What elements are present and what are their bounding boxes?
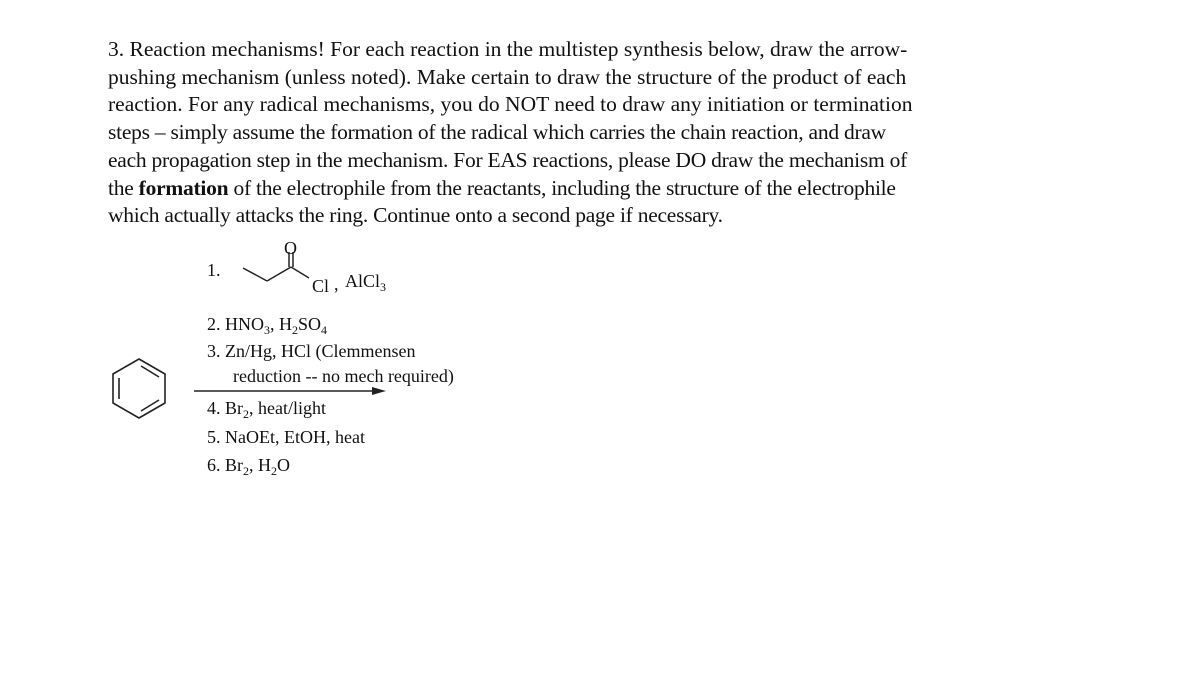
step-2-reagents: 2. HNO3, H2SO4 <box>207 314 328 337</box>
step-4-reagents: 4. Br2, heat/light <box>207 398 326 420</box>
step-1-catalyst: AlCl3 <box>345 271 387 294</box>
step-6-reagents: 6. Br2, H2O <box>207 455 290 477</box>
reagent-text: , H <box>249 455 271 475</box>
step-1-separator: , <box>334 274 339 294</box>
benzene-structure <box>112 358 166 419</box>
subscript: 4 <box>321 323 328 337</box>
reagent-text: , heat/light <box>249 398 326 418</box>
arrowhead-icon <box>372 387 386 395</box>
reagent-text: , H <box>270 314 292 334</box>
bond <box>290 266 310 279</box>
carbonyl-oxygen-label: O <box>284 238 297 258</box>
reagent-text: O <box>277 455 290 475</box>
catalyst-text: AlCl <box>345 271 381 291</box>
reaction-scheme: O 1. Cl , AlCl3 2. HNO3, H2SO4 3. Zn/Hg,… <box>0 0 1200 674</box>
propanoyl-chloride-structure <box>242 252 310 282</box>
subscript: 3 <box>380 280 387 294</box>
benzene-double-bond <box>140 399 160 412</box>
step-3-reagents-line-1: 3. Zn/Hg, HCl (Clemmensen <box>207 341 416 361</box>
step-5-reagents: 5. NaOEt, EtOH, heat <box>207 427 365 447</box>
step-3-reagents-line-2: reduction -- no mech required) <box>233 366 454 386</box>
reagent-text: 6. Br <box>207 455 243 475</box>
chloride-label: Cl <box>312 276 330 296</box>
reagent-text: 4. Br <box>207 398 243 418</box>
reagent-text: SO <box>298 314 322 334</box>
reagent-text: 2. HNO <box>207 314 264 334</box>
scheme-drawing <box>112 252 386 419</box>
step-1-number: 1. <box>207 260 221 280</box>
bond <box>242 267 268 282</box>
bond <box>266 266 292 282</box>
benzene-ring <box>112 358 166 419</box>
reaction-arrow[interactable] <box>194 387 386 395</box>
benzene-double-bond <box>140 365 160 378</box>
